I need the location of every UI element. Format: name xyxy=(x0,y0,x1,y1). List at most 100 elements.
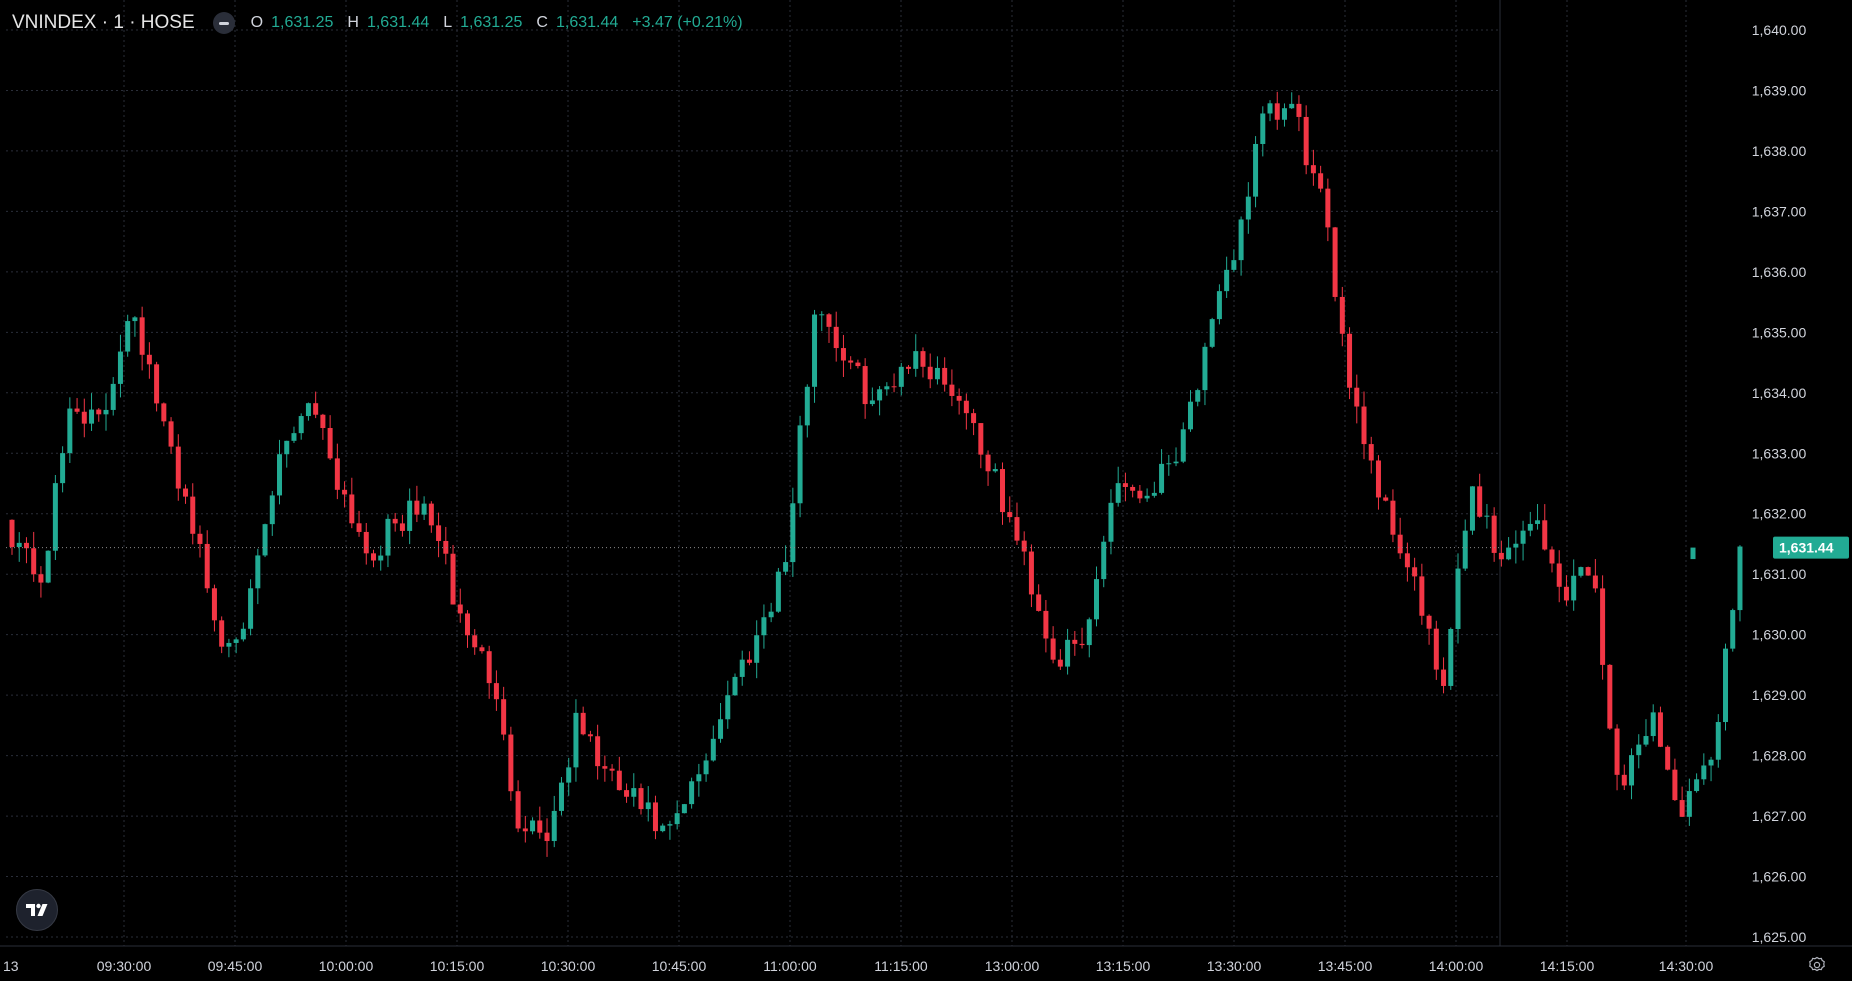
candle-body xyxy=(638,788,644,810)
candle-body xyxy=(486,651,492,684)
time-tick-label: 11:15:00 xyxy=(874,958,928,974)
candle-body xyxy=(1614,728,1620,775)
candle-body xyxy=(573,712,579,768)
minus-icon[interactable] xyxy=(212,12,235,34)
candle-body xyxy=(183,488,189,497)
candle-body xyxy=(1245,196,1251,220)
candle-body xyxy=(1159,463,1165,493)
candle-body xyxy=(616,770,622,791)
candle-body xyxy=(1253,143,1259,197)
candle-body xyxy=(45,550,51,583)
candle-body xyxy=(154,364,160,404)
candle-body xyxy=(1708,759,1714,766)
price-tick-label: 1,637.00 xyxy=(1752,203,1807,219)
candle-body xyxy=(718,719,724,739)
candle-body xyxy=(1672,769,1678,801)
price-axis[interactable]: 1,640.00 1,639.00 1,638.00 1,637.00 1,636.00… xyxy=(1752,22,1807,945)
candle-body xyxy=(262,524,268,556)
time-tick-label: 13:15:00 xyxy=(1096,958,1151,974)
candle-body xyxy=(508,734,514,792)
candle-body xyxy=(674,813,680,825)
candle-body xyxy=(696,774,702,782)
candle-body xyxy=(240,628,246,640)
candle-body xyxy=(1050,638,1056,660)
candlestick-chart[interactable]: 1,640.00 1,639.00 1,638.00 1,637.00 1,636.00… xyxy=(0,0,1852,981)
candle-body xyxy=(732,676,738,696)
time-axis[interactable]: 13 09:30:00 09:45:00 10:00:00 10:15:00 10:30:… xyxy=(3,958,1713,974)
price-tick-label: 1,628.00 xyxy=(1752,748,1807,764)
candle-body xyxy=(146,354,152,365)
candle-body xyxy=(978,423,984,455)
candle-body xyxy=(833,326,839,349)
candle-body xyxy=(1730,610,1736,649)
candle-body xyxy=(96,409,102,415)
candle-body xyxy=(1332,227,1338,297)
time-tick-label: 09:30:00 xyxy=(97,958,152,974)
candle-body xyxy=(385,518,391,556)
candle-body xyxy=(1737,546,1743,611)
candle-body xyxy=(60,453,66,484)
candle-body xyxy=(363,531,369,554)
candle-body xyxy=(1187,401,1193,430)
candle-body xyxy=(566,767,572,783)
candle-body xyxy=(277,454,283,496)
candle-body xyxy=(1086,619,1092,646)
candle-body xyxy=(436,525,442,541)
candle-body xyxy=(1469,486,1475,531)
candle-body xyxy=(913,351,919,369)
candle-body xyxy=(1303,116,1309,166)
candle-body xyxy=(117,351,123,384)
candle-body xyxy=(233,639,239,643)
candle-body xyxy=(1122,483,1128,487)
gear-icon[interactable] xyxy=(1806,954,1828,976)
candle-body xyxy=(1289,103,1295,109)
price-tick-label: 1,632.00 xyxy=(1752,506,1807,522)
price-tick-label: 1,639.00 xyxy=(1752,82,1807,98)
candle-body xyxy=(1296,103,1302,117)
tradingview-logo-icon[interactable] xyxy=(16,889,58,931)
candle-body xyxy=(421,503,427,515)
candle-body xyxy=(392,518,398,524)
candle-body xyxy=(125,321,131,352)
price-tick-label: 1,627.00 xyxy=(1752,808,1807,824)
symbol-title[interactable]: VNINDEX · 1 · HOSE xyxy=(12,12,195,34)
candle-body xyxy=(631,788,637,797)
price-tick-label: 1,629.00 xyxy=(1752,687,1807,703)
candle-body xyxy=(67,408,73,454)
candle-body xyxy=(783,562,789,572)
candle-body xyxy=(971,413,977,424)
candle-body xyxy=(1209,319,1215,347)
candle-body xyxy=(992,469,998,472)
candle-body xyxy=(660,825,666,832)
candle-body xyxy=(515,791,521,829)
candle-body xyxy=(746,659,752,663)
candle-body xyxy=(1513,543,1519,548)
candle-body xyxy=(775,571,781,612)
candle-body xyxy=(464,613,470,636)
candle-body xyxy=(211,588,217,621)
candle-body xyxy=(1629,755,1635,786)
candle-body xyxy=(1723,648,1729,723)
candle-body xyxy=(1057,659,1063,667)
candle-body xyxy=(1007,512,1013,518)
candle-body xyxy=(226,642,232,647)
candle-body xyxy=(1347,333,1353,388)
candle-body xyxy=(1339,296,1345,334)
candle-body xyxy=(812,314,818,387)
candle-body xyxy=(255,555,261,589)
candle-body xyxy=(652,802,658,832)
candle-body xyxy=(407,500,413,531)
candle-body xyxy=(1441,669,1447,686)
candle-body xyxy=(1397,534,1403,554)
candle-body xyxy=(334,458,340,490)
candle-body xyxy=(558,782,564,811)
candle-body xyxy=(920,351,926,367)
candle-body xyxy=(1498,552,1504,560)
candle-body xyxy=(248,588,254,629)
candle-body xyxy=(1021,540,1027,552)
candle-body xyxy=(472,635,478,648)
candle-body xyxy=(1166,463,1172,465)
candle-body xyxy=(501,699,507,735)
candle-body xyxy=(1202,346,1208,391)
candle-body xyxy=(1665,746,1671,770)
